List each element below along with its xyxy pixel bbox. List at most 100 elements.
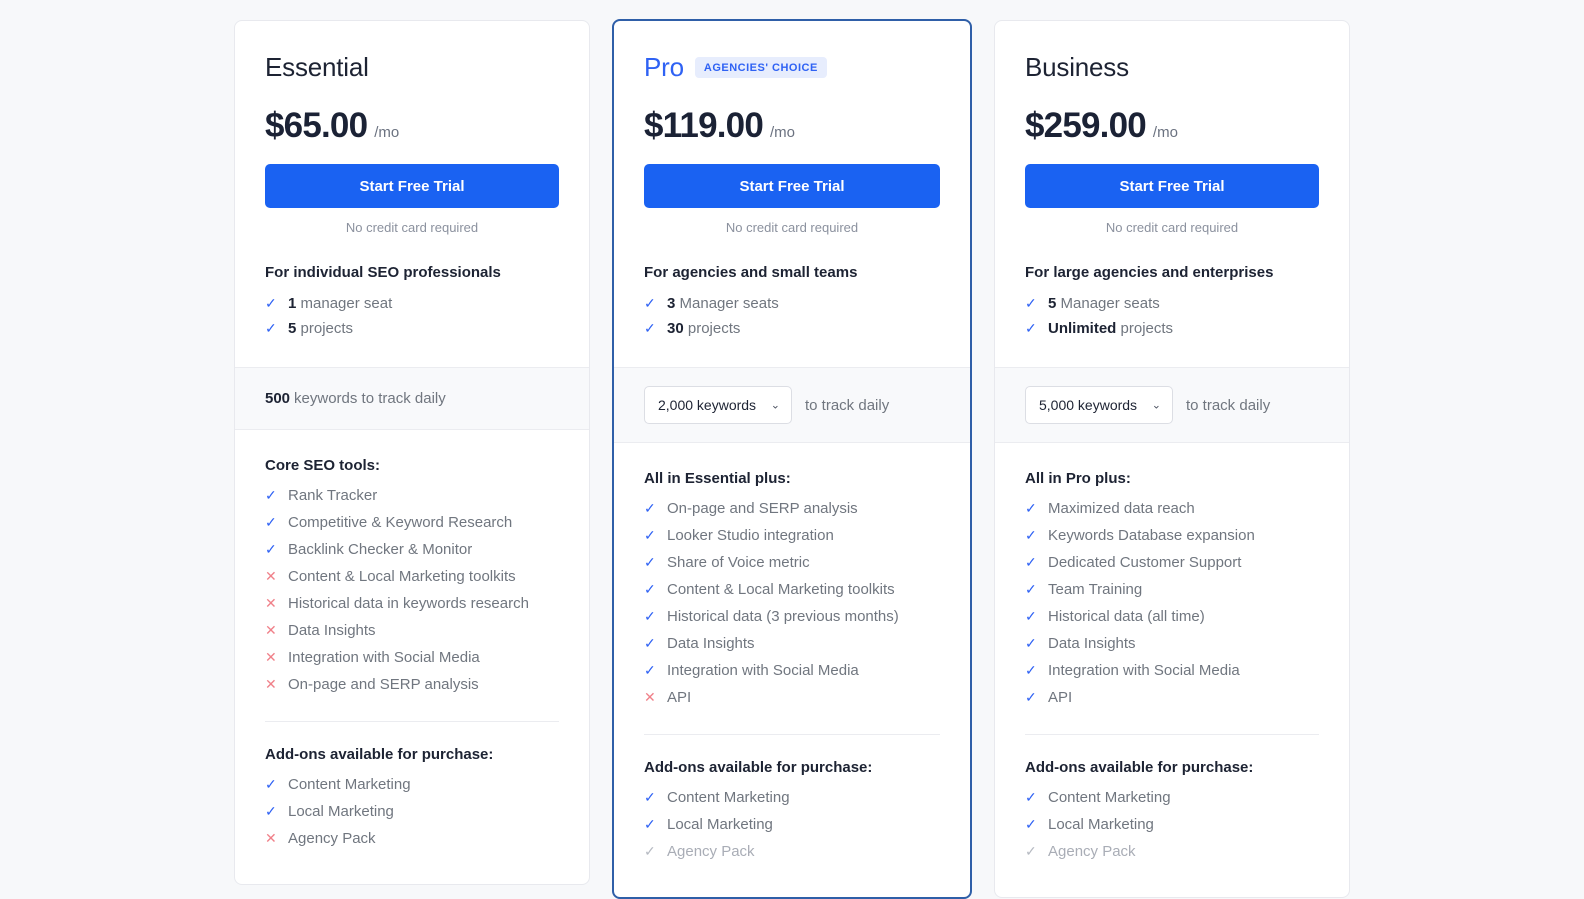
keywords-quantity: 500 <box>265 390 291 407</box>
addon-item: ✓ Local Marketing <box>644 811 940 838</box>
feature-label: API <box>667 689 692 706</box>
addons-title: Add-ons available for purchase: <box>644 759 873 776</box>
keywords-static: 500 keywords to track daily <box>265 390 446 407</box>
plan-title-row: Pro AGENCIES' CHOICE <box>644 49 940 85</box>
addon-label: Agency Pack <box>667 843 755 860</box>
keywords-select-wrapper[interactable]: 2,000 keywords ⌄ <box>644 386 792 424</box>
check-icon: ✓ <box>644 500 656 516</box>
price-period: /mo <box>1152 124 1178 141</box>
addons-title: Add-ons available for purchase: <box>265 746 494 763</box>
feature-item: ✓ Integration with Social Media <box>1025 657 1319 684</box>
feature-item: ✓ Historical data (all time) <box>1025 603 1319 630</box>
check-icon: ✓ <box>644 843 656 859</box>
feature-item: ✕ Data Insights <box>265 617 559 644</box>
check-icon: ✓ <box>644 608 656 624</box>
cross-icon: ✕ <box>265 622 277 638</box>
feature-label: Dedicated Customer Support <box>1048 554 1242 571</box>
addon-label: Agency Pack <box>288 830 376 847</box>
addon-item: ✕ Agency Pack <box>265 825 559 852</box>
check-icon: ✓ <box>1025 527 1037 543</box>
feature-label: Looker Studio integration <box>667 527 834 544</box>
addon-item: ✓ Agency Pack <box>1025 838 1319 865</box>
feature-label: Data Insights <box>288 622 376 639</box>
addons-section: Add-ons available for purchase: ✓ Content … <box>235 722 589 884</box>
check-icon: ✓ <box>644 581 656 597</box>
keywords-select-wrapper[interactable]: 5,000 keywords ⌄ <box>1025 386 1173 424</box>
cross-icon: ✕ <box>265 649 277 665</box>
feature-label: On-page and SERP analysis <box>667 500 858 517</box>
features-list: ✓ Maximized data reach ✓ Keywords Database … <box>1025 495 1319 711</box>
feature-label: Share of Voice metric <box>667 554 810 571</box>
spec-item: ✓ 5 projects <box>265 316 559 341</box>
start-free-trial-button[interactable]: Start Free Trial <box>1025 164 1319 208</box>
feature-item: ✓ Historical data (3 previous months) <box>644 603 940 630</box>
spec-item: ✓ 3 Manager seats <box>644 291 940 316</box>
check-icon: ✓ <box>265 320 277 336</box>
addon-item: ✓ Local Marketing <box>265 798 559 825</box>
spec-label: manager seat <box>300 295 393 312</box>
features-title: All in Essential plus: <box>644 470 791 487</box>
feature-item: ✓ Looker Studio integration <box>644 522 940 549</box>
spec-quantity: 1 <box>288 295 297 312</box>
no-credit-card-note: No credit card required <box>725 220 859 235</box>
spec-label: Manager seats <box>1060 295 1160 312</box>
feature-item: ✓ Competitive & Keyword Research <box>265 509 559 536</box>
feature-label: On-page and SERP analysis <box>288 676 479 693</box>
cross-icon: ✕ <box>265 676 277 692</box>
feature-item: ✕ Historical data in keywords research <box>265 590 559 617</box>
feature-label: Backlink Checker & Monitor <box>288 541 473 558</box>
spec-item: ✓ 30 projects <box>644 316 940 341</box>
feature-item: ✓ Content & Local Marketing toolkits <box>644 576 940 603</box>
feature-label: Competitive & Keyword Research <box>288 514 513 531</box>
price-period: /mo <box>770 124 796 141</box>
addon-label: Content Marketing <box>288 776 411 793</box>
plan-specs: ✓ 5 Manager seats ✓ Unlimited projects <box>1025 291 1319 367</box>
plan-badge: AGENCIES' CHOICE <box>694 56 827 78</box>
feature-item: ✓ Integration with Social Media <box>644 657 940 684</box>
pricing-card-pro: Pro AGENCIES' CHOICE $119.00/mo Start Free … <box>612 19 972 899</box>
keywords-select[interactable]: 2,000 keywords <box>644 386 792 424</box>
plan-price: $259.00 <box>1025 106 1147 145</box>
addon-label: Content Marketing <box>667 789 790 806</box>
no-credit-card-note: No credit card required <box>345 220 479 235</box>
feature-item: ✓ Dedicated Customer Support <box>1025 549 1319 576</box>
feature-item: ✕ Integration with Social Media <box>265 644 559 671</box>
spec-quantity: 30 <box>667 320 684 337</box>
pricing-plans-container: Essential $65.00/mo Start Free Trial No cre… <box>0 0 1584 899</box>
keywords-select[interactable]: 5,000 keywords <box>1025 386 1173 424</box>
addons-section: Add-ons available for purchase: ✓ Content … <box>614 735 970 897</box>
feature-item: ✕ API <box>644 684 940 711</box>
addon-item: ✓ Agency Pack <box>644 838 940 865</box>
features-title: Core SEO tools: <box>265 457 381 474</box>
card-header: Pro AGENCIES' CHOICE $119.00/mo Start Free … <box>614 21 970 367</box>
start-free-trial-button[interactable]: Start Free Trial <box>644 164 940 208</box>
cross-icon: ✕ <box>265 830 277 846</box>
feature-label: Content & Local Marketing toolkits <box>288 568 516 585</box>
plan-title-row: Business <box>1025 49 1319 85</box>
spec-quantity: 3 <box>667 295 676 312</box>
spec-label: projects <box>687 320 741 337</box>
feature-label: Historical data in keywords research <box>288 595 529 612</box>
feature-label: Maximized data reach <box>1048 500 1195 517</box>
features-section: Core SEO tools: ✓ Rank Tracker ✓ Competitive… <box>235 430 589 722</box>
check-icon: ✓ <box>1025 608 1037 624</box>
check-icon: ✓ <box>1025 581 1037 597</box>
spec-quantity: 5 <box>288 320 297 337</box>
card-header: Business $259.00/mo Start Free Trial No cre… <box>995 21 1349 367</box>
check-icon: ✓ <box>1025 662 1037 678</box>
pricing-card-essential: Essential $65.00/mo Start Free Trial No cre… <box>234 20 590 885</box>
feature-item: ✓ Keywords Database expansion <box>1025 522 1319 549</box>
check-icon: ✓ <box>1025 843 1037 859</box>
feature-item: ✓ Rank Tracker <box>265 482 559 509</box>
spec-label: Manager seats <box>679 295 779 312</box>
check-icon: ✓ <box>1025 295 1037 311</box>
check-icon: ✓ <box>265 776 277 792</box>
feature-label: API <box>1048 689 1073 706</box>
feature-label: Data Insights <box>1048 635 1136 652</box>
check-icon: ✓ <box>1025 789 1037 805</box>
price-row: $65.00/mo <box>265 106 559 146</box>
plan-audience: For large agencies and enterprises <box>1025 264 1274 281</box>
addon-label: Content Marketing <box>1048 789 1171 806</box>
start-free-trial-button[interactable]: Start Free Trial <box>265 164 559 208</box>
card-header: Essential $65.00/mo Start Free Trial No cre… <box>235 21 589 367</box>
